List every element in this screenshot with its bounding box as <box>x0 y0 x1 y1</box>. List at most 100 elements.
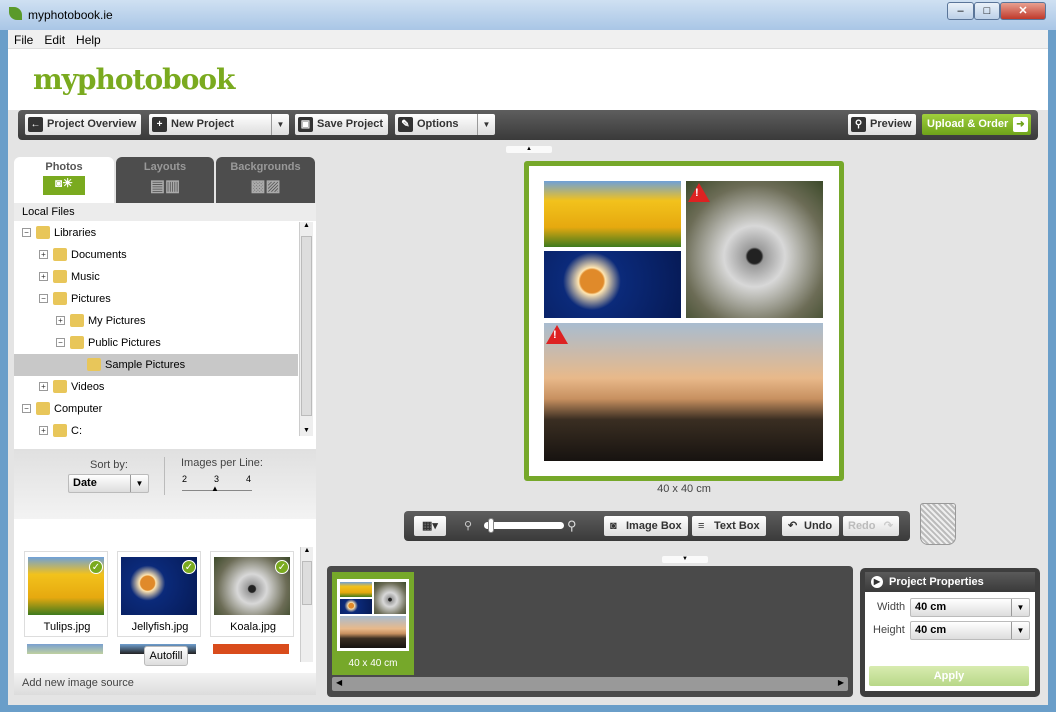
tree-item[interactable]: + Videos <box>14 376 298 398</box>
folder-icon <box>36 402 50 415</box>
tree-item-label: Public Pictures <box>88 337 161 349</box>
logo: myphotobook <box>33 63 235 96</box>
photobook-page[interactable]: ! ! <box>524 161 844 481</box>
width-label: Width <box>877 601 906 613</box>
expand-icon[interactable]: + <box>39 382 48 391</box>
zoom-out-icon[interactable]: ⚲ <box>464 519 472 532</box>
save-icon: ▣ <box>298 117 313 132</box>
thumbnail[interactable]: ✓ Tulips.jpg <box>24 551 108 637</box>
expand-icon[interactable]: + <box>56 316 65 325</box>
tree-item-label: Documents <box>71 249 127 261</box>
tree-item[interactable]: + C: <box>14 420 298 442</box>
redo-button[interactable]: Redo ↷ <box>843 516 899 536</box>
layouts-icon: ▤▥ <box>149 178 181 195</box>
film-page[interactable]: 40 x 40 cm <box>332 572 414 675</box>
close-button[interactable]: ✕ <box>1000 2 1046 20</box>
tree-item-label: Music <box>71 271 100 283</box>
tree-item[interactable]: − Computer <box>14 398 298 420</box>
warning-icon: ! <box>688 183 710 202</box>
grid-button[interactable]: ▦▾ <box>414 516 446 536</box>
tree-item-label: My Pictures <box>88 315 146 327</box>
apply-button[interactable]: Apply <box>869 666 1029 686</box>
expand-icon[interactable]: + <box>39 250 48 259</box>
folder-icon <box>53 270 67 283</box>
menu-file[interactable]: File <box>8 30 38 47</box>
maximize-button[interactable]: □ <box>974 2 1000 20</box>
upload-order-button[interactable]: Upload & Order ➜ <box>922 114 1031 135</box>
height-select[interactable]: 40 cm ▼ <box>910 621 1030 640</box>
tab-layouts[interactable]: Layouts ▤▥ <box>116 157 214 203</box>
slider-thumb[interactable]: ▲ <box>211 484 219 493</box>
arrow-right-icon: ➜ <box>1013 117 1028 132</box>
sort-select[interactable]: Date ▼ <box>68 474 149 493</box>
folder-icon <box>70 336 84 349</box>
zoom-slider[interactable] <box>484 522 564 529</box>
tree-item-label: Libraries <box>54 227 97 239</box>
tick-3: 3 <box>214 474 220 484</box>
collapse-icon[interactable]: − <box>22 404 31 413</box>
preview-button[interactable]: ⚲ Preview <box>848 114 916 135</box>
tab-photos[interactable]: Photos ◙☀ <box>14 157 114 203</box>
collapse-icon[interactable]: − <box>56 338 65 347</box>
autofill-button[interactable]: Autofill <box>144 646 188 666</box>
minimize-button[interactable]: – <box>947 2 974 20</box>
folder-icon <box>87 358 101 371</box>
chevron-down-icon: ▼ <box>1011 599 1029 616</box>
options-button[interactable]: ✎ Options ▼ <box>395 114 495 135</box>
tree-item[interactable]: − Public Pictures <box>14 332 298 354</box>
project-overview-button[interactable]: ← Project Overview <box>25 114 141 135</box>
chevron-down-icon[interactable]: ▼ <box>271 114 289 135</box>
tree-item[interactable]: − Pictures <box>14 288 298 310</box>
tree-scrollbar[interactable]: ▲ ▼ <box>299 222 313 436</box>
menu-help[interactable]: Help <box>70 30 106 47</box>
menu-edit[interactable]: Edit <box>38 30 70 47</box>
check-icon: ✓ <box>275 560 289 574</box>
tree-item[interactable]: + Documents <box>14 244 298 266</box>
width-select[interactable]: 40 cm ▼ <box>910 598 1030 617</box>
local-files-header: Local Files <box>14 203 316 221</box>
image-box-koala[interactable]: ! <box>686 181 823 318</box>
camera-icon: ◙☀ <box>43 176 85 195</box>
collapse-bottom-handle[interactable]: ▼ <box>662 556 708 563</box>
filmstrip-scrollbar[interactable]: ◀ ▶ <box>332 677 848 691</box>
tree-item[interactable]: Sample Pictures <box>14 354 298 376</box>
tree-item[interactable]: + Music <box>14 266 298 288</box>
check-icon: ✓ <box>182 560 196 574</box>
collapse-top-handle[interactable]: ▲ <box>506 146 552 153</box>
collapse-icon[interactable]: − <box>22 228 31 237</box>
image-box-lighthouse[interactable]: ! <box>544 323 823 461</box>
arrow-left-icon: ← <box>28 117 43 132</box>
properties-header[interactable]: ▶ Project Properties <box>865 572 1035 592</box>
new-project-button[interactable]: + New Project ▼ <box>149 114 289 135</box>
check-icon: ✓ <box>89 560 103 574</box>
tree-item-label: Computer <box>54 403 103 415</box>
zoom-in-icon[interactable]: ⚲ <box>567 518 577 534</box>
collapse-icon[interactable]: − <box>39 294 48 303</box>
thumbnail[interactable]: ✓ Koala.jpg <box>210 551 294 637</box>
folder-icon <box>53 248 67 261</box>
chevron-down-icon: ▼ <box>130 475 148 492</box>
expand-icon[interactable]: + <box>39 272 48 281</box>
undo-button[interactable]: ↶ Undo <box>782 516 839 536</box>
trash-icon[interactable] <box>920 503 956 545</box>
tree-item[interactable]: − Libraries <box>14 222 298 244</box>
image-box-button[interactable]: ◙ Image Box <box>604 516 688 536</box>
height-label: Height <box>873 624 905 636</box>
tab-backgrounds[interactable]: Backgrounds ▩▨ <box>216 157 315 203</box>
chevron-down-icon[interactable]: ▼ <box>477 114 495 135</box>
page-size-label: 40 x 40 cm <box>657 483 711 495</box>
image-box-tulips[interactable] <box>544 181 681 247</box>
menu-bar: File Edit Help <box>8 30 1048 49</box>
tree-item[interactable]: + My Pictures <box>14 310 298 332</box>
camera-icon: ◙ <box>610 520 617 532</box>
text-box-button[interactable]: ≡ Text Box <box>692 516 766 536</box>
new-icon: + <box>152 117 167 132</box>
tick-2: 2 <box>182 474 188 484</box>
add-image-source-link[interactable]: Add new image source <box>14 673 316 695</box>
zoom-slider-thumb[interactable] <box>488 518 494 533</box>
expand-icon[interactable]: + <box>39 426 48 435</box>
image-box-jellyfish[interactable] <box>544 251 681 318</box>
thumbs-scrollbar[interactable]: ▲ <box>300 547 313 662</box>
thumbnail[interactable]: ✓ Jellyfish.jpg <box>117 551 201 637</box>
save-project-button[interactable]: ▣ Save Project <box>295 114 388 135</box>
